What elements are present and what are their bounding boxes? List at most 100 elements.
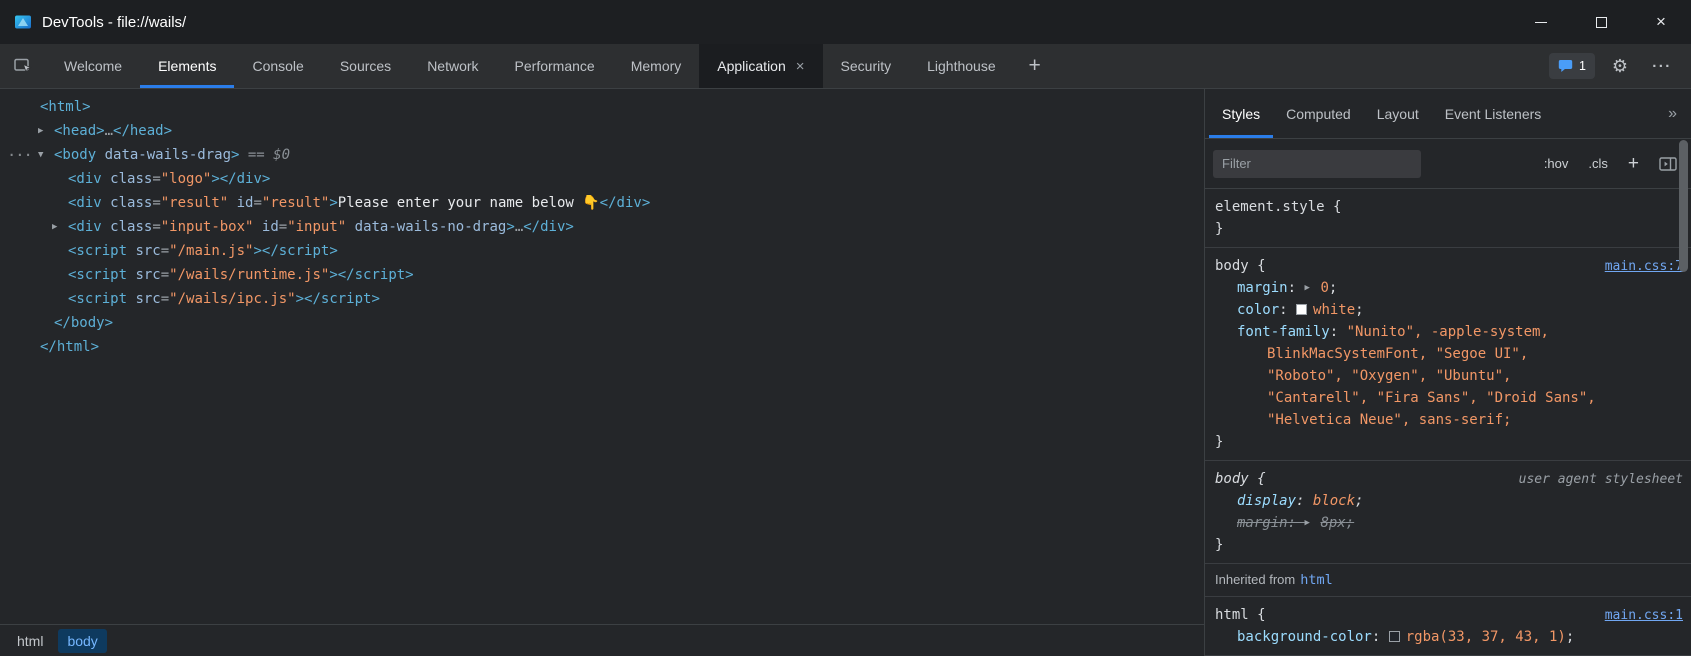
token-val: "Cantarell", "Fira Sans", "Droid Sans", (1267, 390, 1596, 406)
css-selector[interactable]: html { (1215, 604, 1605, 626)
dom-node-script-ipc[interactable]: <script src="/wails/ipc.js"></script> (0, 287, 1204, 311)
dom-node-div-input-box[interactable]: ▶<div class="input-box" id="input" data-… (0, 215, 1204, 239)
tab-security[interactable]: Security (823, 44, 910, 88)
expand-arrow-icon[interactable]: ▶ (52, 215, 68, 239)
settings-button[interactable]: ⚙ (1603, 49, 1637, 83)
tab-close-icon[interactable]: × (796, 58, 805, 75)
expand-shorthand-icon[interactable]: ▶ (1304, 512, 1320, 534)
tab-performance[interactable]: Performance (497, 44, 613, 88)
dom-node-body-close[interactable]: </body> (0, 311, 1204, 335)
token-brace: ; (1355, 302, 1363, 318)
breadcrumb-html[interactable]: html (8, 629, 52, 653)
css-declaration-margin[interactable]: margin: ▶0; (1215, 277, 1691, 299)
inherited-from-node-link[interactable]: html (1300, 572, 1333, 588)
gear-icon: ⚙ (1612, 56, 1628, 77)
collapse-arrow-icon[interactable]: ▼ (38, 143, 54, 167)
color-swatch[interactable] (1296, 304, 1307, 315)
element-style-selector[interactable]: element.style { (1215, 196, 1691, 218)
tab-lighthouse[interactable]: Lighthouse (909, 44, 1014, 88)
issues-counter-button[interactable]: 1 (1549, 53, 1595, 79)
plus-icon: + (1028, 54, 1040, 78)
toggle-element-state-button[interactable]: :hov (1544, 156, 1569, 171)
issues-count: 1 (1579, 59, 1586, 73)
token-val: rgba(33, 37, 43, 1) (1406, 629, 1566, 645)
sidebar-panel-icon (1659, 157, 1677, 171)
tab-layout[interactable]: Layout (1364, 89, 1432, 138)
dom-node-div-result[interactable]: <div class="result" id="result">Please e… (0, 191, 1204, 215)
tab-computed[interactable]: Computed (1273, 89, 1364, 138)
token-attr: id (253, 219, 278, 235)
add-panel-button[interactable]: + (1014, 44, 1056, 88)
rule-body-user-agent: body { user agent stylesheet display: bl… (1205, 461, 1691, 564)
user-agent-stylesheet-label: user agent stylesheet (1519, 472, 1691, 487)
token-val: "logo" (161, 171, 212, 187)
dom-node-head[interactable]: ▶<head>…</head> (0, 119, 1204, 143)
tab-welcome[interactable]: Welcome (46, 44, 140, 88)
maximize-icon (1596, 17, 1607, 28)
token-punc: = (279, 219, 287, 235)
toggle-computed-sidebar-button[interactable] (1659, 157, 1677, 171)
dom-node-script-main[interactable]: <script src="/main.js"></script> (0, 239, 1204, 263)
tab-elements[interactable]: Elements (140, 44, 234, 88)
css-declaration-font-family-wrap[interactable]: "Roboto", "Oxygen", "Ubuntu", (1215, 365, 1691, 387)
more-tabs-button[interactable]: » (1654, 89, 1691, 138)
css-declaration-background-color[interactable]: background-color: rgba(33, 37, 43, 1); (1215, 626, 1691, 648)
tab-network[interactable]: Network (409, 44, 496, 88)
inspect-element-button[interactable] (0, 44, 46, 88)
dom-node-html-open[interactable]: <html> (0, 95, 1204, 119)
css-declaration-color[interactable]: color: white; (1215, 299, 1691, 321)
token-tag: </div> (600, 195, 651, 211)
breadcrumb-body[interactable]: body (58, 629, 106, 653)
css-declaration-margin-overridden[interactable]: margin: ▶8px; (1215, 512, 1691, 534)
token-tag: <head> (54, 123, 105, 139)
tab-styles[interactable]: Styles (1209, 89, 1273, 138)
tab-memory[interactable]: Memory (613, 44, 700, 88)
stylesheet-link[interactable]: main.css:1 (1605, 608, 1691, 623)
token-val: "Nunito", -apple-system, (1347, 324, 1549, 340)
close-button[interactable]: × (1631, 0, 1691, 44)
css-declaration-font-family-wrap[interactable]: "Cantarell", "Fira Sans", "Droid Sans", (1215, 387, 1691, 409)
tab-sources[interactable]: Sources (322, 44, 409, 88)
tab-application[interactable]: Application × (699, 44, 822, 88)
token-val: "input-box" (161, 219, 254, 235)
token-tag: <div (68, 219, 110, 235)
token-val: BlinkMacSystemFont, "Segoe UI", (1267, 346, 1528, 362)
element-classes-button[interactable]: .cls (1588, 156, 1608, 171)
css-declaration-display[interactable]: display: block; (1215, 490, 1691, 512)
minimize-icon (1535, 22, 1547, 23)
expand-shorthand-icon[interactable]: ▶ (1304, 277, 1320, 299)
token-meta: == $0 (239, 147, 290, 163)
dom-node-div-logo[interactable]: <div class="logo"></div> (0, 167, 1204, 191)
dom-node-script-runtime[interactable]: <script src="/wails/runtime.js"></script… (0, 263, 1204, 287)
rule-html-maincss: html { main.css:1 background-color: rgba… (1205, 597, 1691, 656)
maximize-button[interactable] (1571, 0, 1631, 44)
css-selector[interactable]: body { (1215, 468, 1519, 490)
token-val: "/wails/runtime.js" (169, 267, 329, 283)
css-declaration-font-family[interactable]: font-family: "Nunito", -apple-system, (1215, 321, 1691, 343)
window-controls: × (1511, 0, 1691, 44)
styles-filter-input[interactable] (1213, 150, 1421, 178)
tab-event-listeners[interactable]: Event Listeners (1432, 89, 1555, 138)
token-prop: color (1237, 302, 1279, 318)
window-title: DevTools - file://wails/ (42, 14, 186, 31)
minimize-button[interactable] (1511, 0, 1571, 44)
new-style-rule-button[interactable]: + (1628, 154, 1639, 173)
dom-node-body-open[interactable]: ···▼<body data-wails-drag> == $0 (0, 143, 1204, 167)
css-declaration-font-family-wrap[interactable]: "Helvetica Neue", sans-serif; (1215, 409, 1691, 431)
token-punc: = (253, 195, 261, 211)
dom-node-html-close[interactable]: </html> (0, 335, 1204, 359)
tab-console[interactable]: Console (234, 44, 321, 88)
styles-scrollbar-thumb[interactable] (1679, 140, 1688, 272)
css-selector[interactable]: body { (1215, 255, 1605, 277)
token-punc: = (152, 195, 160, 211)
token-attr: data-wails-drag (96, 147, 231, 163)
token-brace: { (1249, 471, 1266, 487)
color-swatch[interactable] (1389, 631, 1400, 642)
more-options-button[interactable]: ··· (1645, 49, 1679, 83)
css-declaration-font-family-wrap[interactable]: BlinkMacSystemFont, "Segoe UI", (1215, 343, 1691, 365)
token-val: "/wails/ipc.js" (169, 291, 295, 307)
node-more-actions-icon[interactable]: ··· (8, 143, 33, 167)
token-brace: { (1249, 607, 1266, 623)
token-val: "result" (161, 195, 228, 211)
expand-arrow-icon[interactable]: ▶ (38, 119, 54, 143)
